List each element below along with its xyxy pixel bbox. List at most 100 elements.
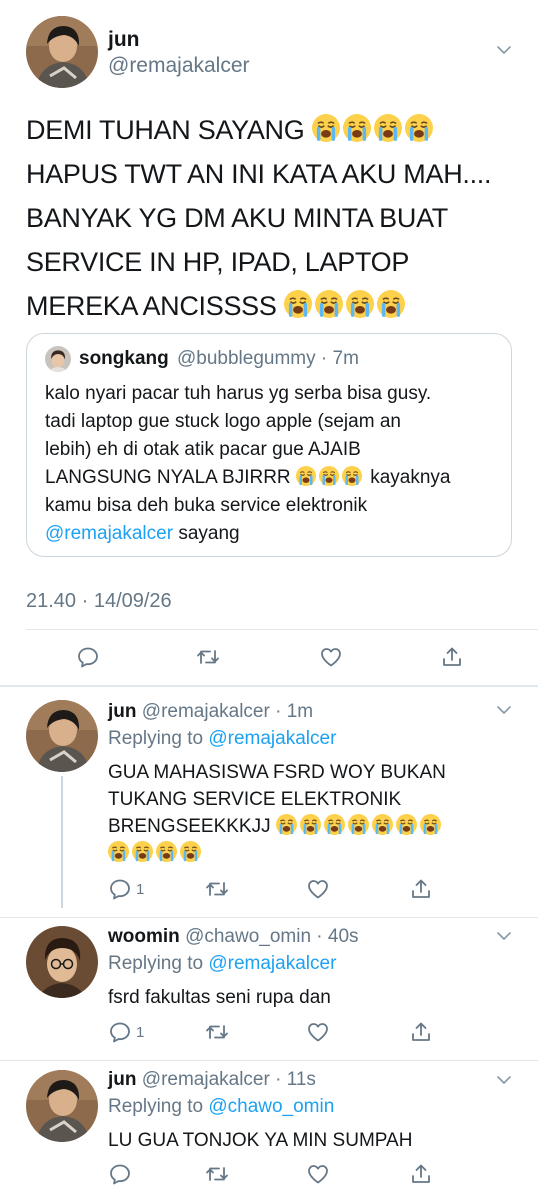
divider (0, 1060, 538, 1061)
reply-text: fsrd fakultas seni rupa dan (108, 984, 518, 1011)
loudly-crying-face-emoji (311, 114, 340, 142)
divider (0, 917, 538, 918)
avatar[interactable] (26, 1070, 98, 1142)
reply-icon (108, 877, 132, 901)
reply-handle-time[interactable]: @chawo_omin · 40s (185, 926, 358, 947)
author-display-name[interactable]: jun (108, 28, 140, 52)
reply-button[interactable]: 1 (108, 1018, 144, 1046)
share-button[interactable] (409, 1160, 433, 1188)
like-button[interactable] (306, 1160, 330, 1188)
reply-count: 1 (136, 880, 145, 898)
tweet-line-text: SERVICE IN HP, IPAD, LAPTOP (26, 247, 410, 277)
reply-line-text: BRENGSEEKKKJJ (108, 816, 271, 837)
quoted-display-name: songkang (79, 348, 169, 369)
emoji-group (275, 814, 444, 837)
loudly-crying-face-emoji (342, 114, 371, 142)
loudly-crying-face-emoji (347, 814, 369, 835)
chevron-down-icon[interactable] (496, 930, 512, 942)
retweet-button[interactable] (196, 643, 220, 671)
quoted-line: kalo nyari pacar tuh harus yg serba bisa… (45, 383, 432, 404)
reply-display-name[interactable]: jun (108, 1069, 137, 1090)
chevron-down-icon[interactable] (496, 704, 512, 716)
reply-handle-time[interactable]: @remajakalcer · 1m (142, 701, 313, 722)
quoted-line-start: LANGSUNG NYALA BJIRRR (45, 467, 291, 488)
reply-handle-time[interactable]: @remajakalcer · 11s (142, 1069, 316, 1090)
reply-button[interactable]: 1 (108, 875, 144, 903)
loudly-crying-face-emoji (341, 466, 362, 486)
avatar[interactable] (26, 16, 98, 88)
quoted-line: kamu bisa deh buka service elektronik (45, 495, 368, 516)
reply-icon (108, 1162, 132, 1186)
like-icon (306, 1162, 330, 1186)
reply-action-bar (0, 1160, 538, 1188)
quoted-text: kalo nyari pacar tuh harus yg serba bisa… (45, 380, 500, 548)
mention-link[interactable]: @remajakalcer (208, 728, 336, 749)
loudly-crying-face-emoji (132, 841, 153, 862)
replying-to: Replying to @remajakalcer (108, 728, 336, 750)
retweet-icon (205, 1020, 229, 1044)
like-button[interactable] (306, 1018, 330, 1046)
loudly-crying-face-emoji (275, 814, 297, 835)
quoted-avatar (45, 346, 71, 372)
avatar[interactable] (26, 926, 98, 998)
mention-link[interactable]: @chawo_omin (208, 1096, 334, 1117)
reply-header: woomin @chawo_omin · 40s (108, 926, 359, 948)
tweet-line: HAPUS TWT AN INI KATA AKU MAH.... (26, 152, 526, 196)
retweet-button[interactable] (205, 1160, 229, 1188)
replying-to: Replying to @remajakalcer (108, 953, 336, 975)
loudly-crying-face-emoji (283, 290, 312, 318)
reply-header: jun @remajakalcer · 1m (108, 701, 313, 723)
like-icon (319, 645, 343, 669)
reply-display-name[interactable]: woomin (108, 926, 180, 947)
loudly-crying-face-emoji (404, 114, 433, 142)
like-button[interactable] (319, 643, 343, 671)
emoji-group (295, 466, 365, 488)
share-button[interactable] (409, 1018, 433, 1046)
loudly-crying-face-emoji (419, 814, 441, 835)
emoji-group (311, 114, 436, 145)
reply-count: 1 (136, 1023, 145, 1041)
like-button[interactable] (306, 875, 330, 903)
avatar[interactable] (26, 700, 98, 772)
reply-button[interactable] (76, 643, 100, 671)
tweet-line: DEMI TUHAN SAYANG (26, 108, 526, 152)
quoted-handle-time: @bubblegummy · 7m (177, 348, 359, 369)
reply-text: LU GUA TONJOK YA MIN SUMPAH (108, 1127, 518, 1154)
author-handle[interactable]: @remajakalcer (108, 54, 250, 78)
quoted-line: LANGSUNG NYALA BJIRRR kayaknya (45, 464, 500, 492)
retweet-button[interactable] (205, 1018, 229, 1046)
mention-link[interactable]: @remajakalcer (45, 523, 173, 544)
reply-display-name[interactable]: jun (108, 701, 137, 722)
loudly-crying-face-emoji (108, 841, 129, 862)
reply-line: GUA MAHASISWA FSRD WOY BUKAN (108, 762, 446, 783)
replying-to: Replying to @chawo_omin (108, 1096, 334, 1118)
share-icon (409, 1162, 433, 1186)
loudly-crying-face-emoji (395, 814, 417, 835)
tweet-line-text: DEMI TUHAN SAYANG (26, 115, 305, 145)
replying-to-label: Replying to (108, 953, 209, 974)
emoji-group (283, 290, 408, 321)
retweet-button[interactable] (205, 875, 229, 903)
retweet-icon (205, 877, 229, 901)
retweet-icon (205, 1162, 229, 1186)
quoted-line-end: kayaknya (370, 467, 451, 488)
mention-link[interactable]: @remajakalcer (208, 953, 336, 974)
share-button[interactable] (440, 643, 464, 671)
tweet-line-text: HAPUS TWT AN INI KATA AKU MAH.... (26, 159, 492, 189)
chevron-down-icon[interactable] (496, 44, 512, 56)
loudly-crying-face-emoji (323, 814, 345, 835)
chevron-down-icon[interactable] (496, 1074, 512, 1086)
divider (26, 629, 538, 630)
reply-icon (108, 1020, 132, 1044)
share-icon (440, 645, 464, 669)
replying-to-label: Replying to (108, 1096, 209, 1117)
tweet-line: BANYAK YG DM AKU MINTA BUAT (26, 196, 526, 240)
quoted-tweet[interactable]: songkang @bubblegummy · 7m kalo nyari pa… (26, 333, 512, 557)
reply-button[interactable] (108, 1160, 132, 1188)
like-icon (306, 1020, 330, 1044)
loudly-crying-face-emoji (299, 814, 321, 835)
share-button[interactable] (409, 875, 433, 903)
tweet-timestamp[interactable]: 21.40 · 14/09/26 (26, 590, 172, 613)
reply-action-bar: 1 (0, 1018, 538, 1046)
tweet-text: DEMI TUHAN SAYANG HAPUS TWT AN INI KATA … (26, 108, 526, 328)
